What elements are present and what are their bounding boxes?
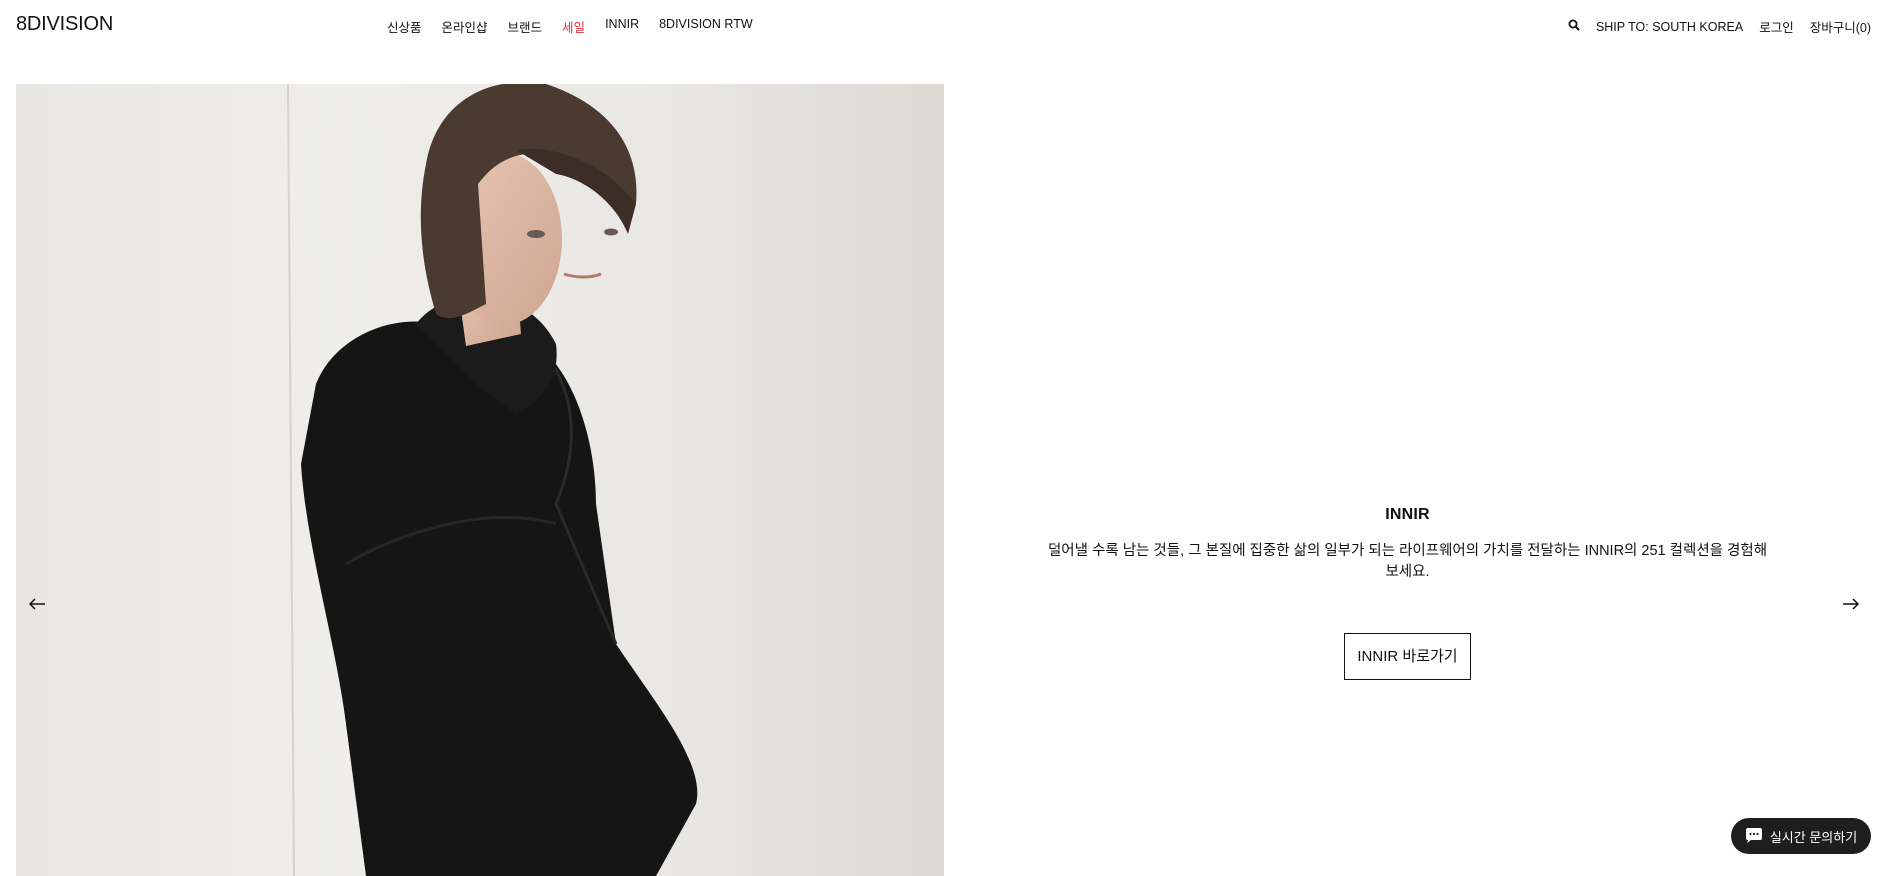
- slider-prev-button[interactable]: [22, 592, 52, 616]
- site-header: 8DIVISION 신상품 온라인샵 브랜드 세일 INNIR 8DIVISIO…: [0, 0, 1889, 50]
- arrow-right-icon: [1843, 598, 1860, 610]
- nav-rtw[interactable]: 8DIVISION RTW: [659, 17, 753, 36]
- live-chat-label: 실시간 문의하기: [1769, 829, 1858, 845]
- site-logo[interactable]: 8DIVISION: [16, 13, 113, 36]
- hero-promo: INNIR 덜어낼 수록 남는 것들, 그 본질에 집중한 삶의 일부가 되는 …: [1040, 506, 1775, 680]
- innir-shortcut-button[interactable]: INNIR 바로가기: [1344, 633, 1471, 680]
- cart-link[interactable]: 장바구니(0): [1810, 17, 1871, 36]
- slider-next-button[interactable]: [1836, 592, 1866, 616]
- promo-title: INNIR: [1385, 506, 1430, 523]
- hero-image: [16, 84, 944, 876]
- header-utilities: SHIP TO: SOUTH KOREA 로그인 장바구니(0): [1568, 17, 1871, 36]
- arrow-left-icon: [28, 598, 45, 610]
- nav-brand[interactable]: 브랜드: [508, 17, 543, 36]
- promo-description: 덜어낼 수록 남는 것들, 그 본질에 집중한 삶의 일부가 되는 라이프웨어의…: [1047, 543, 1768, 580]
- model-photo: [16, 84, 944, 876]
- live-chat-button[interactable]: 실시간 문의하기: [1731, 818, 1871, 854]
- search-button[interactable]: [1568, 19, 1580, 34]
- nav-sale[interactable]: 세일: [562, 17, 585, 36]
- nav-online-shop[interactable]: 온라인샵: [442, 17, 488, 36]
- nav-innir[interactable]: INNIR: [605, 17, 639, 36]
- login-link[interactable]: 로그인: [1759, 17, 1794, 36]
- nav-new-arrivals[interactable]: 신상품: [387, 17, 422, 36]
- ship-to-selector[interactable]: SHIP TO: SOUTH KOREA: [1596, 20, 1743, 34]
- search-icon: [1568, 19, 1580, 31]
- chat-bubble-icon: [1745, 828, 1762, 843]
- main-nav: 신상품 온라인샵 브랜드 세일 INNIR 8DIVISION RTW: [387, 17, 753, 36]
